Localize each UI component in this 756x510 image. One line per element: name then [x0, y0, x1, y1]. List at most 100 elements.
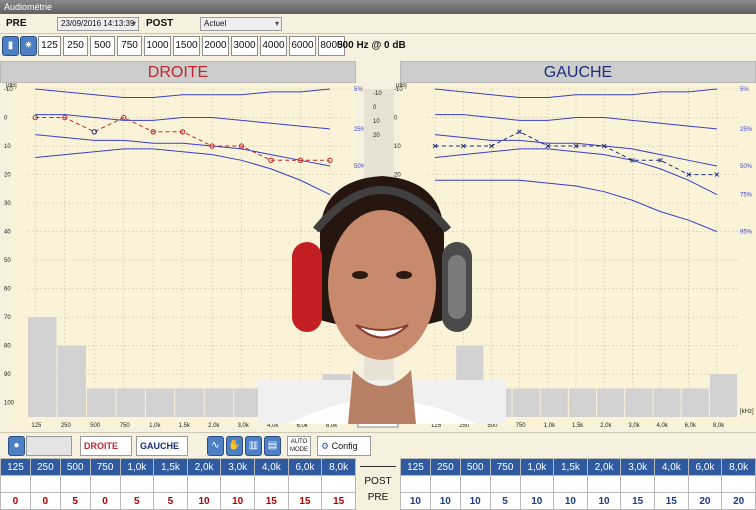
- threshold-value-cell[interactable]: 15: [287, 492, 323, 510]
- post-value-cell[interactable]: [721, 475, 756, 493]
- pre-date-select[interactable]: 23/09/2016 14:13:39 ▾: [57, 17, 139, 31]
- post-values-row: [0, 475, 356, 493]
- reference-bar: [653, 388, 681, 417]
- percentile-label: 25%: [740, 127, 753, 133]
- post-value-cell[interactable]: [321, 475, 356, 493]
- y-tick-label: 100: [4, 401, 15, 407]
- freq-button-750[interactable]: 750: [117, 36, 142, 56]
- reference-bar: [86, 388, 116, 417]
- freq-button-6000[interactable]: 6000: [289, 36, 316, 56]
- x-tick-label: 1,5k: [572, 423, 584, 429]
- threshold-value-cell[interactable]: 15: [321, 492, 356, 510]
- threshold-value-cell[interactable]: 0: [29, 492, 61, 510]
- hand-icon[interactable]: ✋: [226, 436, 243, 456]
- threshold-value-cell[interactable]: 20: [687, 492, 723, 510]
- post-value-cell[interactable]: [29, 475, 61, 493]
- chevron-down-icon: ▾: [274, 19, 279, 28]
- post-select[interactable]: Actuel ▾: [200, 17, 282, 31]
- post-value-cell[interactable]: [553, 475, 588, 493]
- headphone-icon[interactable]: ▮: [2, 36, 19, 56]
- pre-values-row: 10 10 10 5 10 10 10 15 15 20 20: [400, 492, 756, 510]
- level-slider[interactable]: [26, 436, 72, 456]
- post-value-cell[interactable]: [620, 475, 655, 493]
- threshold-value-cell[interactable]: 10: [429, 492, 461, 510]
- post-value-cell[interactable]: [186, 475, 222, 493]
- threshold-value-cell[interactable]: 5: [59, 492, 91, 510]
- threshold-value-cell[interactable]: 10: [220, 492, 255, 510]
- post-value-cell[interactable]: [429, 475, 461, 493]
- freq-header-cell: 4,0k: [654, 458, 689, 476]
- y-tick-label: 50: [4, 258, 11, 264]
- threshold-value-cell[interactable]: 10: [553, 492, 588, 510]
- post-value-cell[interactable]: [687, 475, 723, 493]
- freq-button-1000[interactable]: 1000: [144, 36, 171, 56]
- freq-button-2000[interactable]: 2000: [202, 36, 229, 56]
- freq-button-1500[interactable]: 1500: [173, 36, 200, 56]
- bone-conduction-icon[interactable]: ✷: [20, 36, 37, 56]
- x-tick-label: 2,0k: [600, 423, 612, 429]
- x-axis-label: [kHz]: [740, 409, 754, 415]
- post-row-label: POST: [364, 476, 392, 487]
- freq-header-cell: 500: [459, 458, 491, 476]
- left-ear-title: GAUCHE: [400, 61, 756, 83]
- freq-button-250[interactable]: 250: [63, 36, 88, 56]
- threshold-value-cell[interactable]: 10: [519, 492, 555, 510]
- bars-icon[interactable]: ▥: [245, 436, 262, 456]
- freq-button-125[interactable]: 125: [38, 36, 61, 56]
- threshold-value-cell[interactable]: 5: [153, 492, 188, 510]
- threshold-value-cell[interactable]: 0: [0, 492, 31, 510]
- right-threshold-table: 125 250 500 750 1,0k 1,5k 2,0k 3,0k 4,0k 6,0k 8,0k…: [0, 458, 356, 510]
- post-value-cell[interactable]: [654, 475, 689, 493]
- right-ear-button[interactable]: DROITE: [80, 436, 132, 456]
- threshold-value-cell[interactable]: 10: [400, 492, 431, 510]
- config-button[interactable]: ⚙ Config ...: [317, 436, 371, 469]
- x-tick-label: 250: [61, 423, 72, 429]
- threshold-value-cell[interactable]: 15: [620, 492, 655, 510]
- threshold-value-cell[interactable]: 10: [459, 492, 491, 510]
- post-value-cell[interactable]: [220, 475, 255, 493]
- post-value-cell[interactable]: [287, 475, 323, 493]
- threshold-value-cell[interactable]: 10: [186, 492, 222, 510]
- right-ear-button-label: DROITE: [84, 441, 119, 451]
- post-value-cell[interactable]: [59, 475, 91, 493]
- freq-header-cell: 6,0k: [287, 458, 323, 476]
- microphone-icon[interactable]: ●: [8, 436, 25, 456]
- threshold-value-cell[interactable]: 5: [119, 492, 155, 510]
- post-value-cell[interactable]: [489, 475, 521, 493]
- post-value-cell[interactable]: [119, 475, 155, 493]
- post-value-cell[interactable]: [586, 475, 622, 493]
- post-value-cell[interactable]: [89, 475, 121, 493]
- x-tick-label: 750: [120, 423, 131, 429]
- threshold-value-cell[interactable]: 15: [654, 492, 689, 510]
- freq-header-cell: 125: [400, 458, 431, 476]
- auto-mode-button[interactable]: AUTO MODE: [287, 436, 311, 456]
- post-value-cell[interactable]: [519, 475, 555, 493]
- reference-bar: [512, 388, 540, 417]
- x-tick-label: 1,0k: [544, 423, 556, 429]
- y-tick-label: 70: [4, 315, 11, 321]
- freq-button-4000[interactable]: 4000: [260, 36, 287, 56]
- post-value-cell[interactable]: [400, 475, 431, 493]
- threshold-value-cell[interactable]: 0: [89, 492, 121, 510]
- freq-button-500[interactable]: 500: [90, 36, 115, 56]
- post-value-cell[interactable]: [0, 475, 31, 493]
- threshold-value-cell[interactable]: 15: [254, 492, 289, 510]
- reference-bar: [204, 388, 234, 417]
- post-value-cell[interactable]: [254, 475, 289, 493]
- post-label: POST: [146, 18, 174, 29]
- post-value-cell[interactable]: [459, 475, 491, 493]
- post-value-cell[interactable]: [153, 475, 188, 493]
- freq-header-cell: 1,5k: [153, 458, 188, 476]
- freq-header-row: 125 250 500 750 1,0k 1,5k 2,0k 3,0k 4,0k 6,0k 8,0k: [0, 458, 356, 476]
- freq-button-3000[interactable]: 3000: [231, 36, 258, 56]
- center-scale-label: 10: [373, 119, 380, 125]
- left-ear-button[interactable]: GAUCHE: [136, 436, 188, 456]
- tone-icon[interactable]: ∿: [207, 436, 224, 456]
- freq-header-cell: 250: [29, 458, 61, 476]
- mute-icon[interactable]: ▤: [264, 436, 281, 456]
- threshold-value-cell[interactable]: 10: [586, 492, 622, 510]
- freq-header-cell: 8,0k: [721, 458, 756, 476]
- threshold-value-cell[interactable]: 5: [489, 492, 521, 510]
- threshold-value-cell[interactable]: 20: [721, 492, 756, 510]
- pre-date-value: 23/09/2016 14:13:39: [61, 19, 135, 28]
